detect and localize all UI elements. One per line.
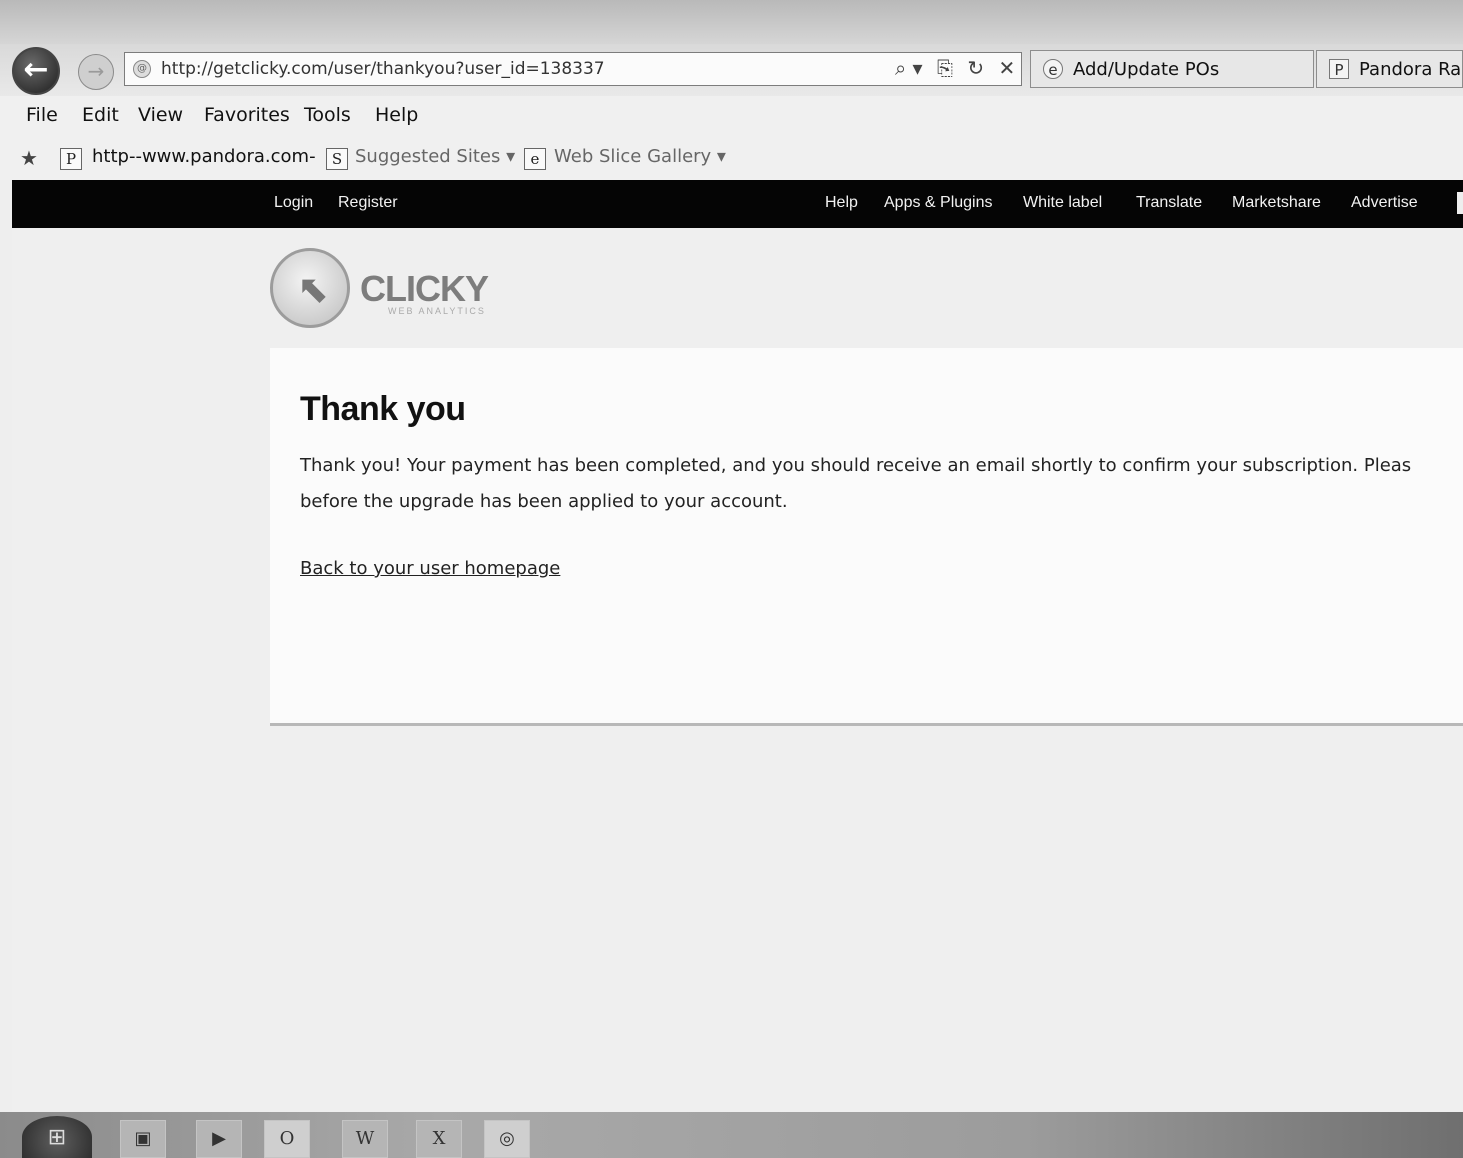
ie-page-icon: e xyxy=(1043,59,1063,79)
nav-register[interactable]: Register xyxy=(338,194,398,212)
nav-marketshare[interactable]: Marketshare xyxy=(1232,194,1321,212)
tab-label: Pandora Ra xyxy=(1359,59,1462,80)
excel-icon: X xyxy=(432,1128,446,1149)
favorite-suggested-sites[interactable]: Suggested Sites ▾ xyxy=(355,146,515,167)
stop-icon[interactable]: ✕ xyxy=(998,56,1015,80)
search-dropdown-icon[interactable]: ⌕ ▾ xyxy=(895,56,923,80)
forward-arrow-icon: → xyxy=(87,59,105,83)
taskbar-explorer-button[interactable]: ▣ xyxy=(120,1120,166,1158)
clicky-logo-subtitle: WEB ANALYTICS xyxy=(388,306,486,316)
favorite-pandora[interactable]: http--www.pandora.com- xyxy=(92,146,316,167)
nav-clipped-item[interactable] xyxy=(1457,192,1463,214)
forward-button[interactable]: → xyxy=(78,54,114,90)
taskbar-ie-button[interactable]: ◎ xyxy=(484,1120,530,1158)
address-bar[interactable]: @ http://getclicky.com/user/thankyou?use… xyxy=(124,52,1022,86)
start-button[interactable]: ⊞ xyxy=(22,1116,92,1158)
taskbar-media-player-button[interactable]: ▶ xyxy=(196,1120,242,1158)
nav-help[interactable]: Help xyxy=(825,194,858,212)
taskbar-word-button[interactable]: W xyxy=(342,1120,388,1158)
menu-edit[interactable]: Edit xyxy=(82,104,119,126)
menu-file[interactable]: File xyxy=(26,104,58,126)
favorite-web-slice-gallery[interactable]: Web Slice Gallery ▾ xyxy=(554,146,726,167)
back-to-homepage-link[interactable]: Back to your user homepage xyxy=(300,558,560,579)
url-text[interactable]: http://getclicky.com/user/thankyou?user_… xyxy=(161,59,605,79)
web-slice-icon: e xyxy=(524,148,546,170)
nav-advertise[interactable]: Advertise xyxy=(1351,194,1418,212)
refresh-icon[interactable]: ↻ xyxy=(967,56,984,80)
clicky-logo-text[interactable]: CLICKY xyxy=(360,268,489,310)
screen: ← → @ http://getclicky.com/user/thankyou… xyxy=(0,0,1463,1158)
menu-favorites[interactable]: Favorites xyxy=(204,104,290,126)
pandora-icon: P xyxy=(1329,59,1349,79)
suggested-sites-icon: S xyxy=(326,148,348,170)
nav-login[interactable]: Login xyxy=(274,194,313,212)
menu-bar: File Edit View Favorites Tools Help xyxy=(0,96,1463,138)
compatibility-view-icon[interactable]: ⎘ xyxy=(937,56,953,80)
nav-translate[interactable]: Translate xyxy=(1136,194,1202,212)
address-tools: ⌕ ▾ ⎘ ↻ ✕ xyxy=(895,56,1023,80)
windows-logo-icon: ⊞ xyxy=(47,1125,67,1150)
windows-taskbar: ⊞ ▣ ▶ O W X ◎ xyxy=(0,1112,1463,1158)
confirmation-message: Thank you! Your payment has been complet… xyxy=(300,448,1463,520)
media-play-icon: ▶ xyxy=(212,1128,226,1149)
site-nav-bar: Login Register Help Apps & Plugins White… xyxy=(12,180,1463,228)
taskbar-outlook-button[interactable]: O xyxy=(264,1120,310,1158)
tab-pandora[interactable]: P Pandora Ra xyxy=(1316,50,1463,88)
site-identity-icon: @ xyxy=(133,60,151,78)
folder-icon: ▣ xyxy=(134,1128,152,1149)
nav-apps-plugins[interactable]: Apps & Plugins xyxy=(884,194,993,212)
taskbar-excel-button[interactable]: X xyxy=(416,1120,462,1158)
favorites-bar: ★ P http--www.pandora.com- S Suggested S… xyxy=(0,138,1463,180)
outlook-icon: O xyxy=(279,1128,295,1149)
favorites-star-icon[interactable]: ★ xyxy=(20,146,38,170)
clicky-logo-mark[interactable]: ⬉ xyxy=(270,248,350,328)
tab-add-update-pos[interactable]: e Add/Update POs xyxy=(1030,50,1314,88)
cursor-arrow-icon: ⬉ xyxy=(297,267,329,311)
tab-label: Add/Update POs xyxy=(1073,59,1220,80)
back-arrow-icon: ← xyxy=(23,52,49,87)
back-button[interactable]: ← xyxy=(12,47,60,95)
pandora-icon: P xyxy=(60,148,82,170)
word-icon: W xyxy=(355,1128,375,1149)
internet-explorer-icon: ◎ xyxy=(499,1128,515,1149)
message-line: Thank you! Your payment has been complet… xyxy=(300,455,1412,476)
nav-white-label[interactable]: White label xyxy=(1023,194,1102,212)
browser-titlebar xyxy=(0,0,1463,48)
menu-tools[interactable]: Tools xyxy=(304,104,351,126)
menu-help[interactable]: Help xyxy=(375,104,418,126)
thank-you-card: Thank you Thank you! Your payment has be… xyxy=(270,348,1463,726)
page-title: Thank you xyxy=(300,390,466,428)
menu-view[interactable]: View xyxy=(138,104,183,126)
message-line: before the upgrade has been applied to y… xyxy=(300,491,788,512)
